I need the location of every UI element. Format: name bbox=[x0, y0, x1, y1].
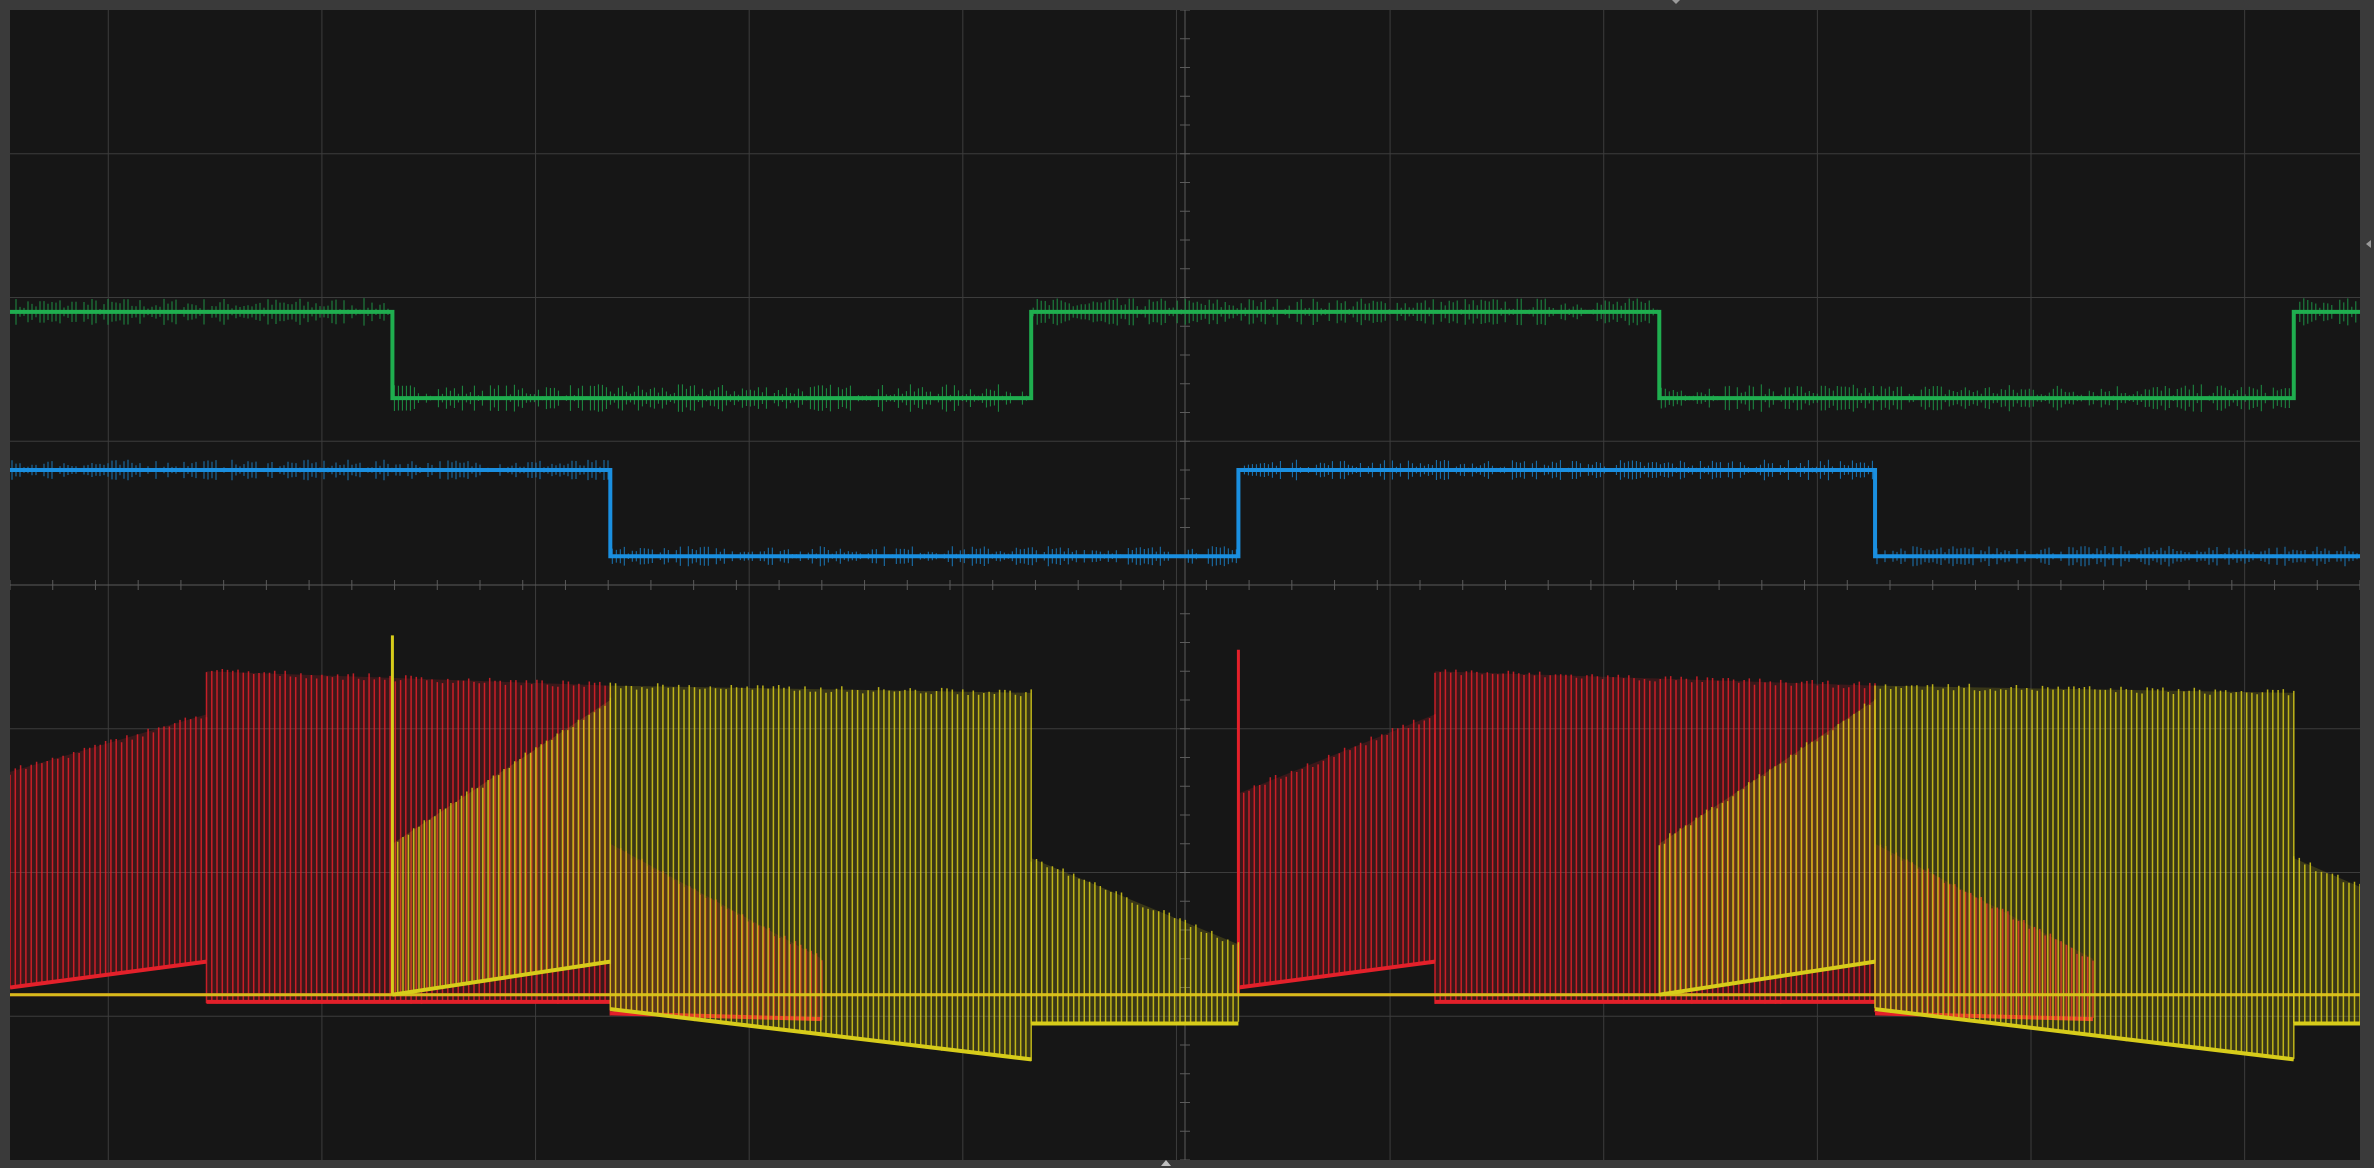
yellow-envelope bbox=[610, 685, 1032, 1060]
yellow-envelope bbox=[2293, 858, 2360, 1024]
yellow-envelope bbox=[1031, 858, 1239, 1024]
green-noise bbox=[11, 298, 389, 326]
right-edge-marker-icon bbox=[2366, 240, 2371, 248]
waveform-display[interactable] bbox=[10, 10, 2360, 1160]
waveform-canvas[interactable] bbox=[10, 10, 2360, 1160]
oscilloscope-window bbox=[0, 0, 2374, 1168]
yellow-envelope bbox=[1875, 685, 2294, 1060]
red-envelope bbox=[10, 714, 207, 988]
top-edge-marker-icon bbox=[1672, 0, 1680, 4]
red-envelope bbox=[1238, 714, 1435, 988]
trigger-position-marker-icon[interactable] bbox=[1161, 1160, 1171, 1166]
blue-noise bbox=[1876, 546, 2358, 567]
